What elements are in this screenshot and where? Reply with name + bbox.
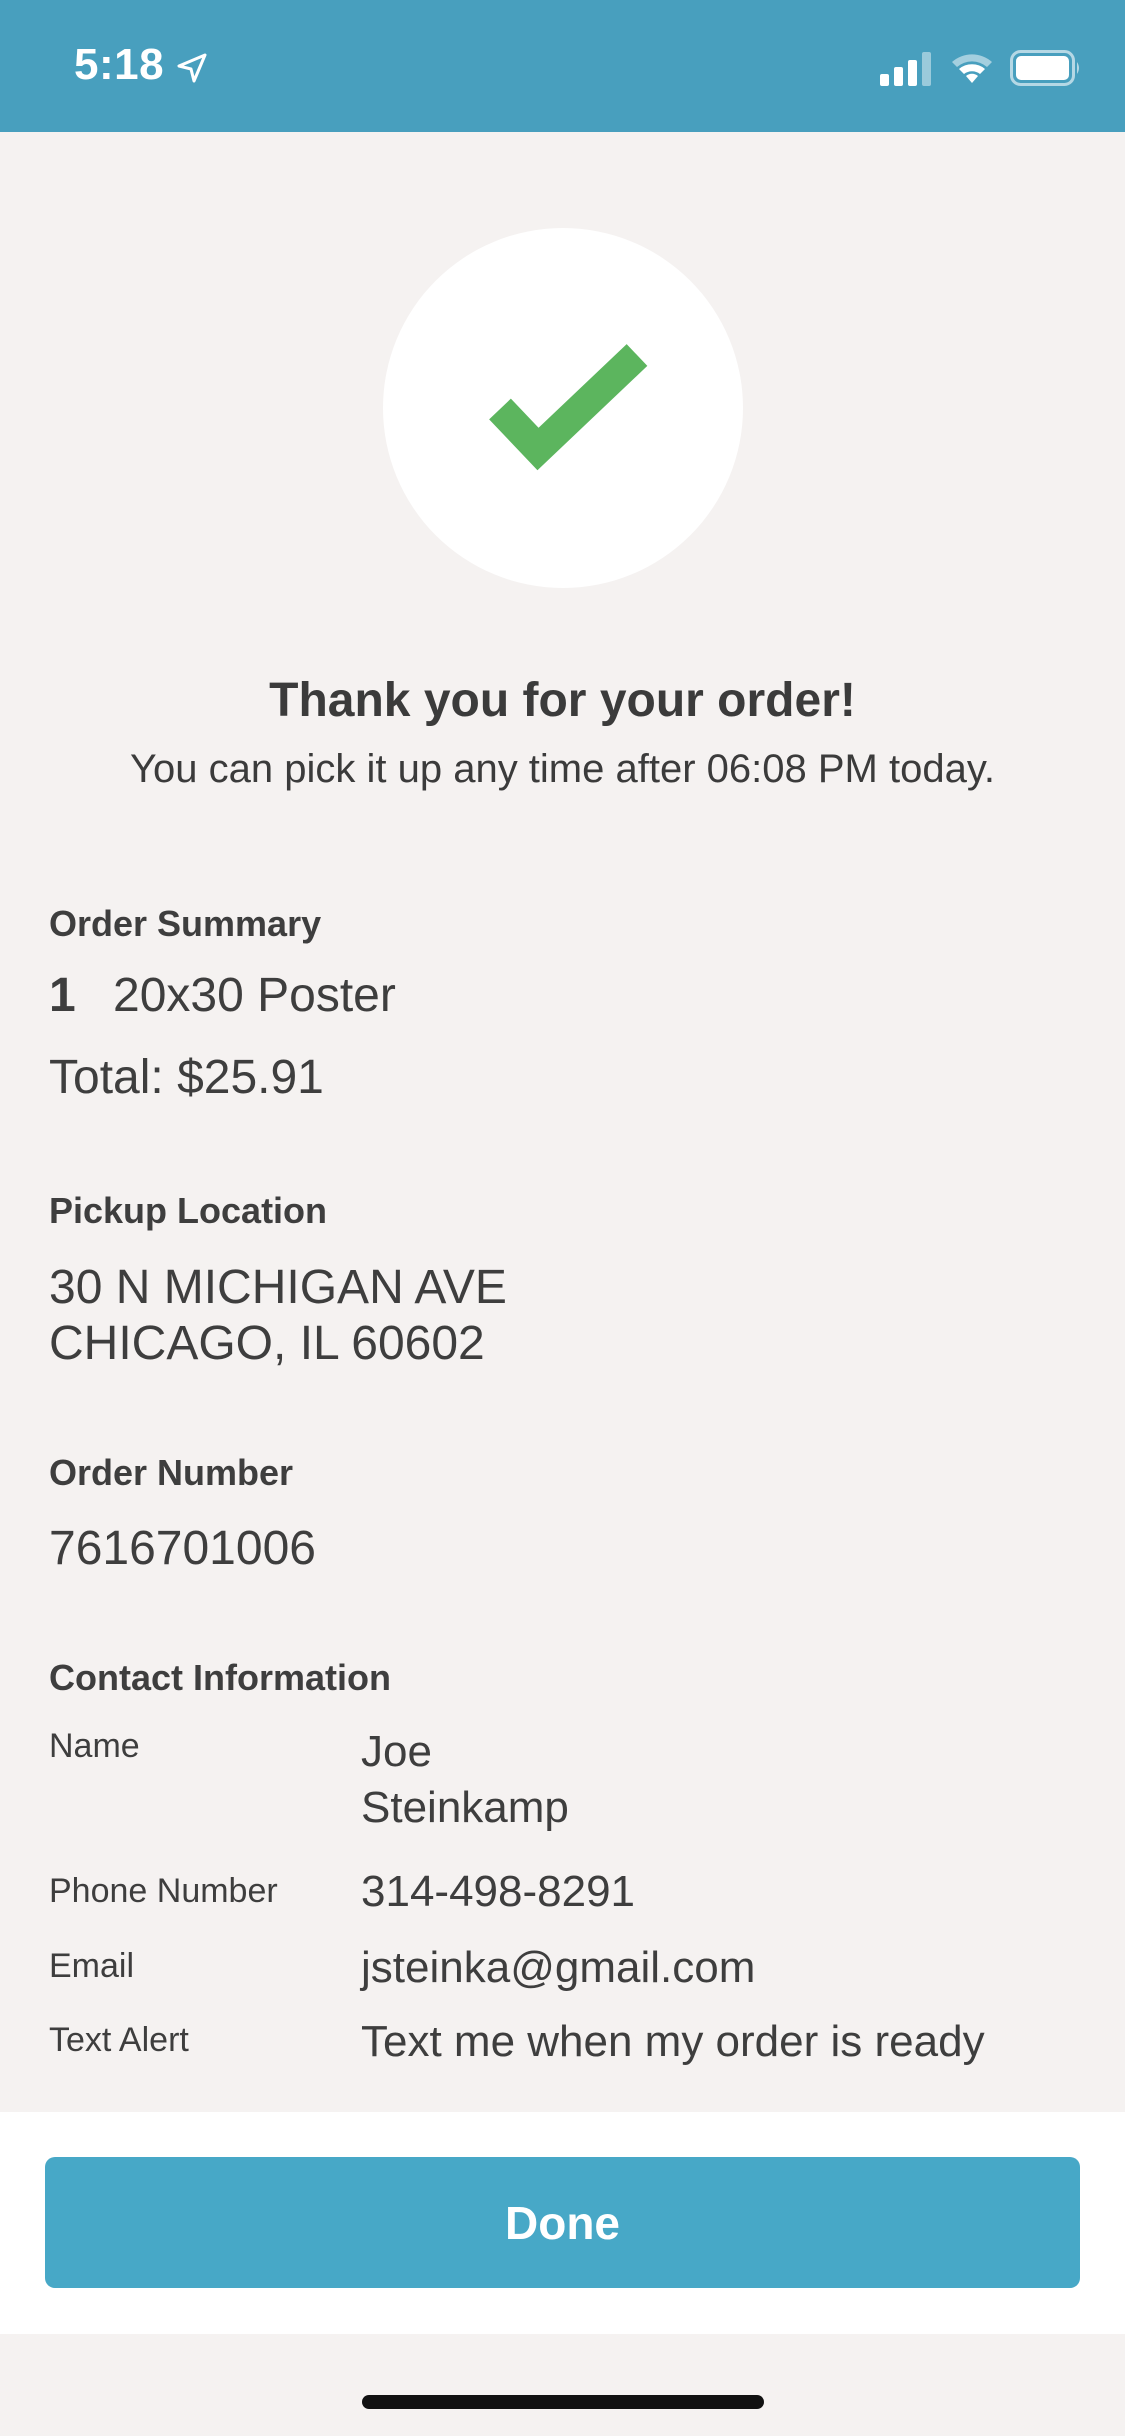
pickup-location-heading: Pickup Location bbox=[49, 1190, 328, 1231]
contact-information-heading: Contact Information bbox=[49, 1657, 391, 1698]
home-indicator[interactable] bbox=[362, 2395, 764, 2409]
order-total: Total: $25.91 bbox=[49, 1051, 324, 1104]
order-number-heading: Order Number bbox=[49, 1452, 294, 1493]
contact-text-alert: Text me when my order is ready bbox=[361, 2017, 985, 2066]
wifi-icon bbox=[952, 54, 992, 83]
pickup-address-line2: CHICAGO, IL 60602 bbox=[49, 1317, 485, 1370]
pickup-address-line1: 30 N MICHIGAN AVE bbox=[49, 1261, 507, 1314]
contact-name-first: Joe bbox=[361, 1727, 432, 1776]
item-name: 20x30 Poster bbox=[113, 969, 396, 1022]
contact-phone: 314-498-8291 bbox=[361, 1867, 636, 1916]
contact-name-last: Steinkamp bbox=[361, 1783, 569, 1832]
status-bar: 5:18 bbox=[0, 0, 1125, 132]
confirmation-subtitle: You can pick it up any time after 06:08 … bbox=[130, 747, 995, 791]
text-alert-label: Text Alert bbox=[49, 2021, 189, 2059]
checkmark-icon bbox=[489, 344, 648, 471]
status-time: 5:18 bbox=[74, 40, 165, 89]
battery-icon bbox=[1010, 50, 1079, 86]
phone-label: Phone Number bbox=[49, 1872, 278, 1910]
done-button[interactable]: Done bbox=[45, 2157, 1080, 2288]
cellular-signal-icon bbox=[880, 52, 931, 86]
email-label: Email bbox=[49, 1947, 135, 1985]
success-badge bbox=[383, 228, 743, 588]
order-number-value: 7616701006 bbox=[49, 1522, 316, 1575]
item-quantity: 1 bbox=[49, 969, 76, 1022]
footer-bar: Done bbox=[0, 2112, 1125, 2334]
contact-email: jsteinka@gmail.com bbox=[361, 1943, 756, 1992]
location-arrow-icon bbox=[177, 53, 207, 83]
confirmation-title: Thank you for your order! bbox=[269, 674, 856, 727]
name-label: Name bbox=[49, 1727, 140, 1765]
order-summary-heading: Order Summary bbox=[49, 903, 322, 944]
